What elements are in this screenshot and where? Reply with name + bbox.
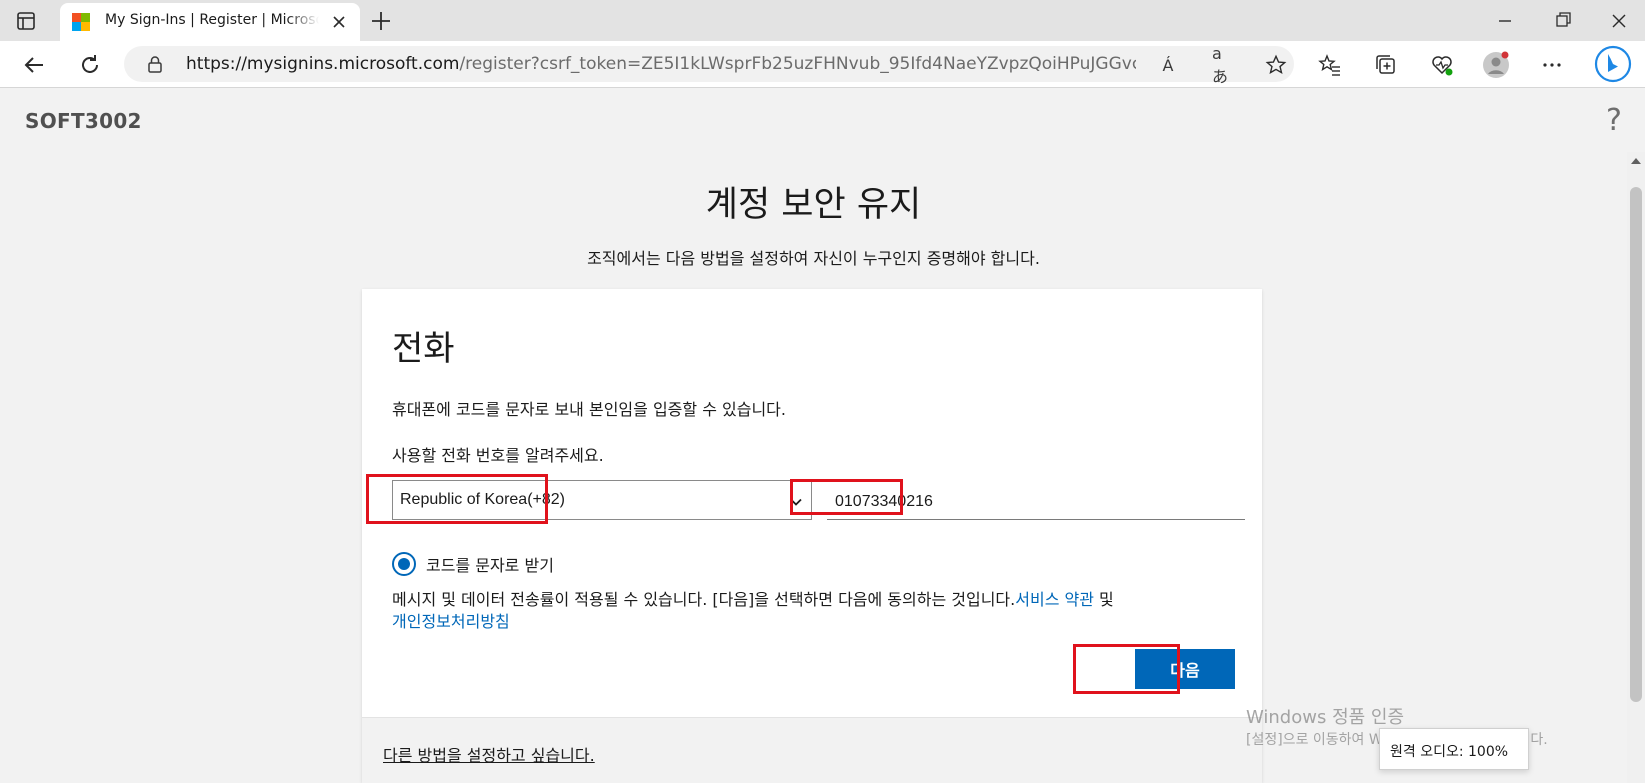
collections-icon[interactable] [1372,51,1400,79]
vertical-scrollbar[interactable] [1627,152,1645,783]
terms-body: 메시지 및 데이터 전송률이 적용될 수 있습니다. [다음]을 선택하면 다음… [392,590,1016,609]
tab-title: My Sign-Ins | Register | Microsoft [105,12,319,28]
country-code-value: Republic of Korea(+82) [400,491,565,508]
more-options-icon[interactable] [1538,51,1566,79]
country-code-select[interactable]: Republic of Korea(+82) [392,480,812,520]
next-button[interactable]: 다음 [1135,649,1235,689]
tab-actions-icon[interactable] [14,9,38,33]
favorites-list-icon[interactable] [1316,51,1344,79]
close-tab-icon[interactable] [330,13,348,31]
back-arrow-icon[interactable] [20,51,48,79]
card-title: 전화 [392,329,455,369]
scroll-up-arrow-icon[interactable] [1631,158,1641,164]
read-aloud-icon[interactable]: Á [1156,53,1180,77]
window-close-icon[interactable] [1604,8,1634,34]
browser-essentials-icon[interactable] [1428,51,1456,79]
sms-radio-option[interactable]: 코드를 문자로 받기 [392,551,554,577]
new-tab-icon[interactable] [368,8,394,34]
terms-and: 및 [1093,590,1114,609]
org-name: SOFT3002 [25,109,142,133]
restore-icon[interactable] [1548,8,1578,34]
radio-button-selected[interactable] [392,552,416,576]
url-host: https://mysignins.microsoft.com [186,54,460,74]
sms-radio-label: 코드를 문자로 받기 [426,556,554,575]
refresh-icon[interactable] [76,51,104,79]
help-icon[interactable]: ? [1606,103,1622,138]
terms-of-service-link[interactable]: 서비스 약관 [1015,590,1094,609]
phone-setup-card: 전화 휴대폰에 코드를 문자로 보내 본인임을 입증할 수 있습니다. 사용할 … [362,289,1262,783]
scroll-thumb[interactable] [1630,187,1642,702]
microsoft-logo-icon [72,13,90,31]
chevron-down-icon [789,494,803,508]
translate-icon[interactable]: aあ [1212,44,1236,86]
remote-audio-popup: 원격 오디오: 100% [1379,728,1529,770]
address-bar[interactable]: https://mysignins.microsoft.com/register… [124,44,1294,86]
url-path: /register?csrf_token=ZE5I1kLWsprFb25uzFH… [459,54,1136,74]
phone-prompt: 사용할 전화 번호를 알려주세요. [392,446,604,465]
card-description: 휴대폰에 코드를 문자로 보내 본인임을 입증할 수 있습니다. [392,400,786,419]
terms-text: 메시지 및 데이터 전송률이 적용될 수 있습니다. [다음]을 선택하면 다음… [392,589,1242,633]
profile-avatar-icon[interactable] [1482,51,1510,79]
lock-icon[interactable] [146,55,164,73]
bing-copilot-icon[interactable] [1594,45,1632,83]
browser-toolbar: https://mysignins.microsoft.com/register… [0,41,1645,88]
page-subtitle: 조직에서는 다음 방법을 설정하여 자신이 누구인지 증명해야 합니다. [587,249,1040,268]
minimize-icon[interactable] [1490,8,1520,34]
privacy-policy-link[interactable]: 개인정보처리방침 [392,612,510,631]
windows-activation-watermark: Windows 정품 인증 [1246,707,1405,728]
main-content: 계정 보안 유지 조직에서는 다음 방법을 설정하여 자신이 누구인지 증명해야… [0,152,1627,783]
alternate-method-link[interactable]: 다른 방법을 설정하고 싶습니다. [383,742,595,766]
page-title: 계정 보안 유지 [705,185,922,225]
browser-tab-strip: My Sign-Ins | Register | Microsoft [0,0,1645,41]
page-header: SOFT3002 ? [0,88,1645,152]
card-footer: 다른 방법을 설정하고 싶습니다. [362,717,1262,783]
phone-number-input[interactable] [827,480,1245,520]
url-text[interactable]: https://mysignins.microsoft.com/register… [186,54,1136,74]
browser-tab-active[interactable]: My Sign-Ins | Register | Microsoft [60,3,360,41]
favorite-star-icon[interactable] [1264,53,1288,77]
